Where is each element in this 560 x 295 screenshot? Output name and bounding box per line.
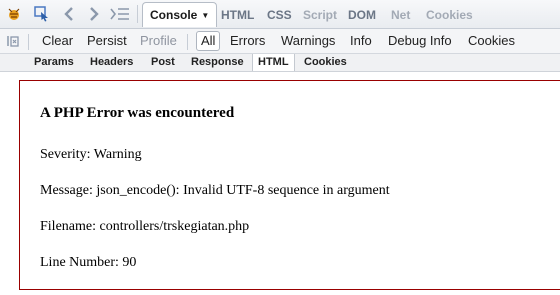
inspect-icon[interactable] (32, 4, 52, 24)
forward-icon[interactable] (84, 4, 104, 24)
firebug-toolbar: Console ▼ HTML CSS Script DOM Net Cookies (0, 0, 560, 29)
chevron-down-icon[interactable]: ▼ (201, 11, 209, 20)
php-error-panel: A PHP Error was encountered Severity: Wa… (19, 80, 560, 290)
tab-response[interactable]: Response (186, 54, 249, 71)
filter-debug-info[interactable]: Debug Info (384, 32, 456, 50)
clear-console-icon[interactable] (5, 33, 21, 49)
persist-button[interactable]: Persist (83, 32, 131, 50)
firebug-icon[interactable] (4, 4, 24, 24)
filter-cookies[interactable]: Cookies (464, 32, 519, 50)
error-filename: Filename: controllers/trskegiatan.php (40, 219, 250, 234)
clear-button[interactable]: Clear (38, 32, 77, 50)
filter-divider (28, 34, 29, 50)
filter-errors[interactable]: Errors (226, 32, 269, 50)
command-line-icon[interactable] (110, 4, 130, 24)
console-filter-bar: Clear Persist Profile All Errors Warning… (0, 29, 560, 54)
filter-all[interactable]: All (196, 31, 221, 51)
tab-post[interactable]: Post (146, 54, 180, 71)
tab-html[interactable]: HTML (215, 5, 260, 25)
error-severity: Severity: Warning (40, 147, 142, 162)
toolbar-divider (137, 5, 138, 23)
tab-script[interactable]: Script (297, 5, 343, 25)
tab-html-preview[interactable]: HTML (252, 54, 295, 71)
error-line-number: Line Number: 90 (40, 255, 137, 270)
error-message: Message: json_encode(): Invalid UTF-8 se… (40, 183, 390, 198)
filter-warnings[interactable]: Warnings (277, 32, 339, 50)
filter-divider (187, 34, 188, 50)
tab-net[interactable]: Net (385, 5, 416, 25)
request-tabs: Params Headers Post Response HTML Cookie… (0, 54, 560, 72)
tab-request-cookies[interactable]: Cookies (299, 54, 352, 71)
back-icon[interactable] (59, 4, 79, 24)
tab-console-label: Console (150, 8, 198, 22)
error-title: A PHP Error was encountered (40, 105, 235, 121)
profile-button[interactable]: Profile (136, 32, 181, 50)
filter-info[interactable]: Info (346, 32, 376, 50)
tab-console[interactable]: Console ▼ (142, 2, 218, 27)
tab-cookies[interactable]: Cookies (420, 5, 479, 25)
tab-dom[interactable]: DOM (342, 5, 382, 25)
tab-headers[interactable]: Headers (85, 54, 138, 71)
tab-params[interactable]: Params (29, 54, 79, 71)
tab-css[interactable]: CSS (261, 5, 298, 25)
